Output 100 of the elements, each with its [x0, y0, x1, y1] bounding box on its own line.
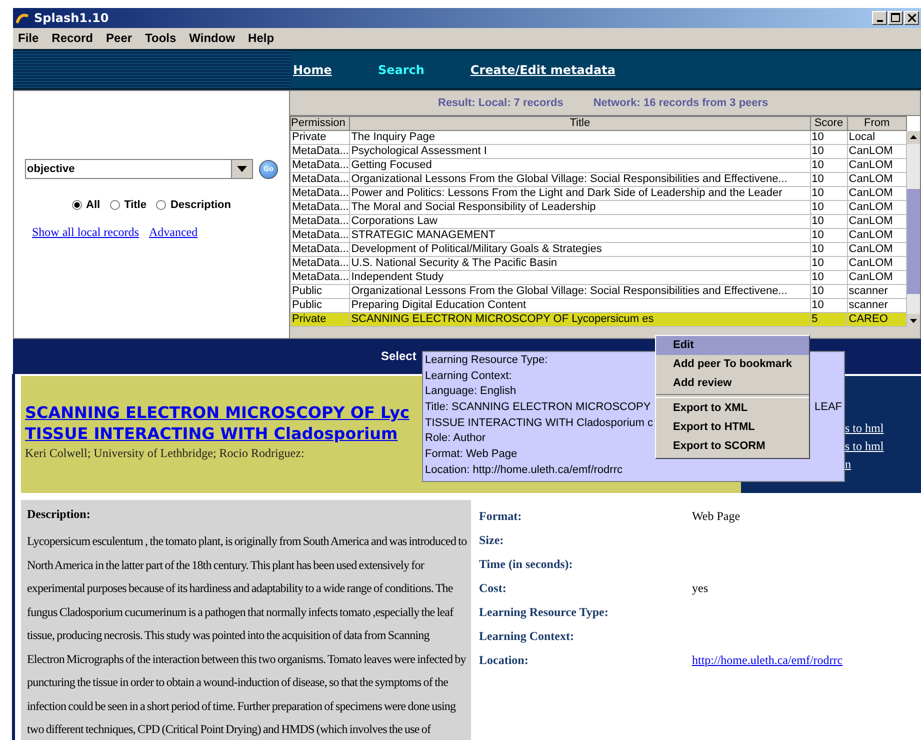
column-header[interactable]: Title [350, 116, 810, 131]
table-cell: MetaData... [290, 158, 350, 173]
result-row[interactable]: MetaData... The Moral and Social Responsibility of Leadership 10 CanLOM [290, 200, 906, 215]
table-cell: 10 [810, 270, 848, 285]
table-cell: CanLOM [847, 270, 906, 285]
app-icon [16, 12, 30, 24]
field-label: Format: [479, 508, 523, 524]
tooltip-text: LEAF [814, 400, 842, 416]
field-label: Time (in seconds): [479, 556, 574, 572]
table-cell: CanLOM [847, 158, 906, 173]
table-cell: CanLOM [847, 214, 906, 229]
side-link[interactable]: n [845, 457, 851, 472]
menu-item[interactable]: Help [248, 31, 274, 46]
column-header[interactable]: Permission [290, 116, 350, 131]
table-cell: SCANNING ELECTRON MICROSCOPY OF Lycopersicum es [350, 312, 810, 327]
dropdown-caret-icon [237, 166, 247, 172]
scroll-down-icon[interactable] [907, 314, 920, 328]
context-menu-item[interactable]: Export to SCORM [656, 437, 809, 456]
result-row[interactable]: MetaData... Organizational Lessons From the Global Village: Social Responsibilities and Effectivene... 10 CanLOM [290, 172, 906, 187]
table-cell: scanner [847, 284, 906, 299]
result-row[interactable]: Private SCANNING ELECTRON MICROSCOPY OF Lycopersicum es 5 CAREO [290, 312, 906, 327]
tooltip-text: Title: SCANNING ELECTRON MICROSCOPY [425, 400, 651, 416]
menu-item[interactable]: Window [189, 31, 236, 46]
table-cell: Private [290, 312, 350, 327]
context-menu-item[interactable]: Edit [656, 336, 809, 355]
minimize-button[interactable] [872, 10, 887, 25]
radio-circle[interactable] [156, 200, 166, 210]
table-cell: CanLOM [847, 256, 906, 271]
result-row[interactable]: MetaData... Independent Study 10 CanLOM [290, 270, 906, 285]
table-cell: MetaData... [290, 242, 350, 257]
table-cell: Local [847, 130, 906, 145]
result-row[interactable]: MetaData... Getting Focused 10 CanLOM [290, 158, 906, 173]
table-cell: 10 [810, 256, 848, 271]
menu-item[interactable]: Tools [145, 31, 176, 46]
table-cell: CanLOM [847, 172, 906, 187]
table-cell: 10 [810, 242, 848, 257]
table-cell: CanLOM [847, 200, 906, 215]
table-cell: 10 [810, 158, 848, 173]
side-link[interactable]: s to hml [845, 439, 884, 454]
result-row[interactable]: Private The Inquiry Page 10 Local [290, 130, 906, 145]
radio-circle[interactable] [110, 200, 120, 210]
maximize-button[interactable] [888, 10, 903, 25]
record-authors: Keri Colwell; University of Lethbridge; Rocio Rodriguez: [25, 446, 304, 462]
nav-link[interactable]: Create/Edit metadata [470, 62, 616, 77]
context-menu-item[interactable]: Export to XML [656, 399, 809, 418]
radio-circle[interactable] [72, 200, 82, 210]
column-header[interactable]: From [847, 116, 906, 131]
table-cell: 10 [810, 130, 848, 145]
result-row[interactable]: MetaData... Power and Politics: Lessons From the Light and Dark Side of Leadership and the Leader 10 CanLOM [290, 186, 906, 201]
scope-radio[interactable]: Description [156, 199, 231, 212]
tooltip-text: TISSUE INTERACTING WITH Cladosporium c [425, 416, 653, 431]
result-row[interactable]: MetaData... STRATEGIC MANAGEMENT 10 CanLOM [290, 228, 906, 243]
table-cell: Getting Focused [350, 158, 810, 173]
text-link[interactable]: Advanced [148, 225, 198, 240]
field-label: Learning Resource Type: [479, 604, 610, 620]
scope-radio[interactable]: Title [110, 199, 146, 212]
table-cell: MetaData... [290, 228, 350, 243]
menu-item[interactable]: Record [52, 31, 94, 46]
select-bar-text: Select [381, 349, 416, 364]
table-cell: The Inquiry Page [350, 130, 810, 145]
menu-item[interactable]: Peer [106, 31, 132, 46]
table-cell: CanLOM [847, 186, 906, 201]
side-link[interactable]: s to hml [845, 421, 884, 436]
result-row[interactable]: Public Organizational Lessons From the Global Village: Social Responsibilities and Effectivene... 10 scanner [290, 284, 906, 299]
result-row[interactable]: MetaData... Development of Political/Military Goals & Strategies 10 CanLOM [290, 242, 906, 257]
menu-item[interactable]: File [18, 31, 39, 46]
result-row[interactable]: MetaData... U.S. National Security & The Pacific Basin 10 CanLOM [290, 256, 906, 271]
table-cell: 10 [810, 284, 848, 299]
table-cell: 10 [810, 186, 848, 201]
text-link[interactable]: Show all local records [32, 225, 139, 240]
tooltip-text: Learning Context: [425, 368, 512, 384]
scroll-thumb[interactable] [907, 189, 920, 294]
scrollbar[interactable] [907, 131, 920, 328]
scope-radio[interactable]: All [72, 199, 100, 212]
close-button[interactable] [904, 10, 919, 25]
field-link[interactable]: http://home.uleth.ca/emf/rodrrc [692, 652, 843, 668]
result-row[interactable]: MetaData... Corporations Law 10 CanLOM [290, 214, 906, 229]
table-cell: MetaData... [290, 270, 350, 285]
record-title-link[interactable]: SCANNING ELECTRON MICROSCOPY OF Lyc [25, 402, 410, 424]
context-menu-item[interactable]: Export to HTML [656, 418, 809, 437]
table-cell: 10 [810, 228, 848, 243]
context-menu-item[interactable]: Add review [656, 374, 809, 393]
tooltip-text: Language: English [425, 384, 516, 400]
radio-label: Title [124, 199, 146, 212]
context-menu-item[interactable]: Add peer To bookmark [656, 355, 809, 374]
table-cell: U.S. National Security & The Pacific Basin [350, 256, 810, 271]
radio-label: Description [170, 199, 231, 212]
table-cell: MetaData... [290, 144, 350, 159]
table-cell: Power and Politics: Lessons From the Light and Dark Side of Leadership and the Leader [350, 186, 810, 201]
result-summary: Result: Local: 7 records [438, 97, 564, 110]
result-row[interactable]: MetaData... Psychological Assessment I 10 CanLOM [290, 144, 906, 159]
description-heading: Description: [27, 507, 92, 522]
tooltip-text: Role: Author [425, 431, 486, 446]
nav-link[interactable]: Home [293, 62, 332, 77]
search-field[interactable]: objective [25, 159, 253, 180]
record-title-link[interactable]: TISSUE INTERACTING WITH Cladosporium [25, 423, 398, 444]
nav-link[interactable]: Search [378, 62, 424, 77]
table-cell: Psychological Assessment I [350, 144, 810, 159]
column-header[interactable]: Score [810, 116, 848, 131]
scroll-up-icon[interactable] [907, 131, 920, 144]
